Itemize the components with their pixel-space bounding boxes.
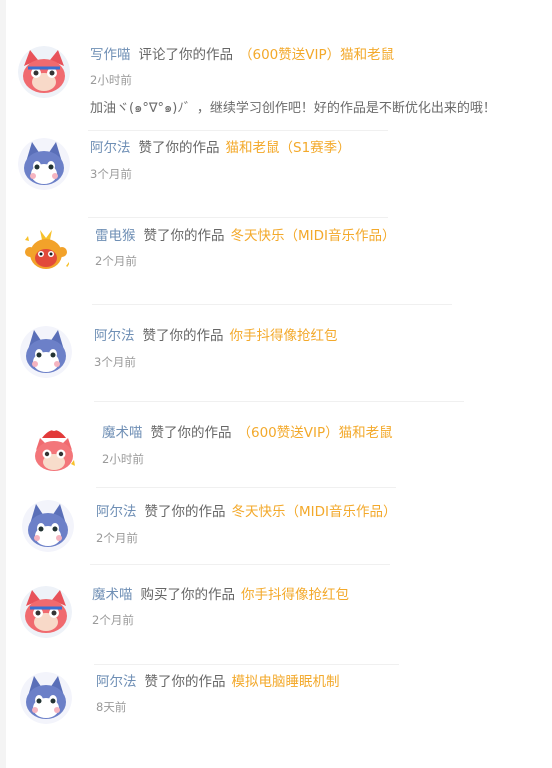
work-title[interactable]: 你手抖得像抢红包	[230, 328, 338, 344]
magic-cat-icon	[28, 424, 80, 476]
timestamp: 3个月前	[94, 355, 136, 369]
user-name[interactable]: 阿尔法	[94, 328, 135, 344]
divider	[94, 401, 464, 402]
comment-text: 加油ヾ(๑°∇°๑)ﾉ゛，继续学习创作吧！好的作品是不断优化出来的哦！	[90, 101, 496, 116]
work-title[interactable]: （600赞送VIP）猫和老鼠	[238, 425, 393, 441]
divider	[94, 664, 399, 665]
action-text: 赞了你的作品	[138, 140, 220, 156]
divider	[90, 564, 390, 565]
action-text: 购买了你的作品	[140, 587, 236, 603]
action-text: 赞了你的作品	[144, 504, 226, 520]
avatar[interactable]	[18, 138, 70, 190]
user-name[interactable]: 写作喵	[90, 47, 131, 63]
divider	[88, 217, 388, 218]
monkey-icon	[20, 226, 72, 278]
timestamp: 8天前	[96, 700, 127, 714]
action-text: 赞了你的作品	[143, 228, 225, 244]
blue-cat-icon	[18, 138, 70, 190]
avatar[interactable]	[18, 46, 70, 98]
timestamp: 2个月前	[96, 531, 138, 545]
avatar[interactable]	[20, 672, 72, 724]
avatar[interactable]	[22, 500, 74, 552]
work-title[interactable]: 冬天快乐（MIDI音乐作品）	[232, 504, 397, 520]
user-name[interactable]: 阿尔法	[96, 674, 137, 690]
red-cat-icon	[18, 46, 70, 98]
timestamp: 2小时前	[90, 73, 132, 87]
work-title[interactable]: （600赞送VIP）猫和老鼠	[239, 47, 394, 63]
user-name[interactable]: 阿尔法	[90, 140, 131, 156]
user-name[interactable]: 阿尔法	[96, 504, 137, 520]
timestamp: 2个月前	[92, 613, 134, 627]
avatar[interactable]	[20, 326, 72, 378]
work-title[interactable]: 模拟电脑睡眠机制	[232, 674, 340, 690]
blue-cat-icon	[20, 326, 72, 378]
work-title[interactable]: 你手抖得像抢红包	[241, 587, 349, 603]
user-name[interactable]: 雷电猴	[95, 228, 136, 244]
work-title[interactable]: 猫和老鼠（S1赛季）	[226, 140, 351, 156]
timestamp: 2个月前	[95, 254, 137, 268]
left-scroll-strip	[0, 0, 6, 768]
avatar[interactable]	[20, 226, 72, 278]
timestamp: 2小时前	[102, 452, 144, 466]
avatar[interactable]	[20, 586, 72, 638]
action-text: 评论了你的作品	[138, 47, 234, 63]
work-title[interactable]: 冬天快乐（MIDI音乐作品）	[231, 228, 396, 244]
divider	[96, 487, 396, 488]
user-name[interactable]: 魔术喵	[102, 425, 143, 441]
user-name[interactable]: 魔术喵	[92, 587, 133, 603]
timestamp: 3个月前	[90, 167, 132, 181]
action-text: 赞了你的作品	[142, 328, 224, 344]
avatar[interactable]	[28, 424, 80, 476]
action-text: 赞了你的作品	[150, 425, 232, 441]
divider	[88, 130, 388, 131]
blue-cat-icon	[20, 672, 72, 724]
divider	[92, 304, 452, 305]
action-text: 赞了你的作品	[144, 674, 226, 690]
red-cat-icon	[20, 586, 72, 638]
blue-cat-icon	[22, 500, 74, 552]
